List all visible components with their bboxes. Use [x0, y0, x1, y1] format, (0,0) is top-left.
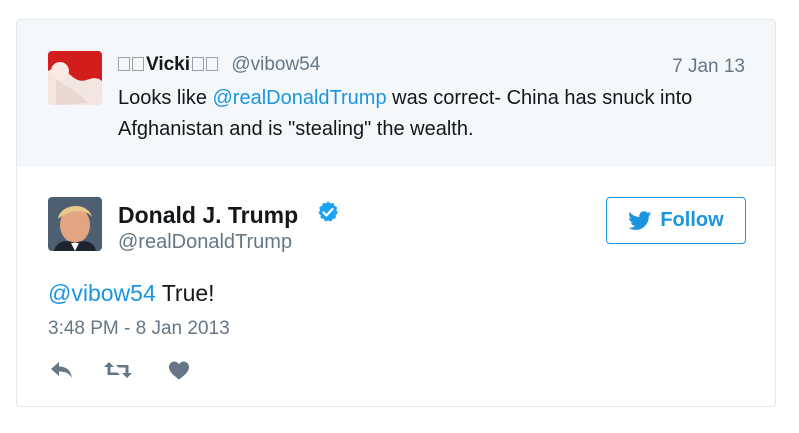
- parent-tweet-text: Looks like @realDonaldTrump was correct-…: [118, 83, 738, 145]
- parent-avatar-image: [48, 51, 102, 105]
- reply-mention-link[interactable]: @vibow54: [48, 280, 156, 306]
- tweet-timestamp[interactable]: 3:48 PM - 8 Jan 2013: [48, 318, 230, 340]
- follow-button[interactable]: Follow: [606, 197, 746, 244]
- tweet-text: @vibow54 True!: [48, 280, 215, 307]
- author-handle[interactable]: @realDonaldTrump: [118, 231, 292, 254]
- emoji-placeholder-icon: [132, 57, 144, 71]
- parent-user-name[interactable]: Vicki: [146, 54, 190, 75]
- parent-tweet[interactable]: Vicki @vibow54 7 Jan 13 Looks like @real…: [17, 20, 775, 167]
- emoji-placeholder-icon: [206, 57, 219, 71]
- tweet-body: True!: [155, 280, 215, 306]
- verified-badge-icon: [318, 201, 338, 222]
- emoji-placeholder-icon: [118, 57, 130, 71]
- author-name[interactable]: Donald J. Trump: [118, 202, 298, 229]
- heart-icon[interactable]: [167, 359, 191, 381]
- follow-label: Follow: [660, 209, 724, 231]
- parent-avatar[interactable]: [48, 51, 102, 105]
- parent-text-before: Looks like: [118, 87, 213, 109]
- parent-user-header: Vicki @vibow54: [118, 54, 320, 76]
- tweet-embed-card: Vicki @vibow54 7 Jan 13 Looks like @real…: [16, 19, 776, 407]
- parent-mention-link[interactable]: @realDonaldTrump: [213, 87, 387, 109]
- retweet-icon[interactable]: [103, 359, 133, 381]
- parent-tweet-date[interactable]: 7 Jan 13: [672, 56, 745, 78]
- reply-icon[interactable]: [49, 359, 75, 381]
- emoji-placeholder-icon: [192, 57, 205, 71]
- twitter-bird-icon: [628, 210, 652, 230]
- author-avatar-image: [48, 197, 102, 251]
- parent-user-handle[interactable]: @vibow54: [231, 54, 320, 75]
- author-avatar[interactable]: [48, 197, 102, 251]
